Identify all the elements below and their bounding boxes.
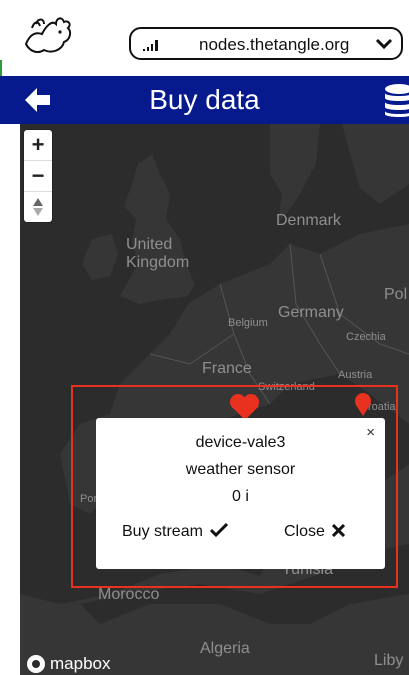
zoom-out-button[interactable]: − <box>24 161 52 192</box>
browser-toolbar: nodes.thetangle.org <box>0 0 409 76</box>
flying-pig-logo-icon[interactable] <box>22 14 74 58</box>
buy-stream-label: Buy stream <box>122 523 203 540</box>
compass-icon <box>33 198 43 216</box>
map-view[interactable]: + − United Kingdom Denmark Germany Belgi… <box>20 124 409 675</box>
page-title: Buy data <box>149 84 260 115</box>
buy-stream-button[interactable]: Buy stream <box>122 522 229 541</box>
signal-icon <box>143 40 158 51</box>
zoom-controls: + − <box>24 130 52 222</box>
label-united-kingdom: United Kingdom <box>126 236 190 271</box>
device-price: 0 i <box>232 488 249 505</box>
label-morocco: Morocco <box>98 586 160 603</box>
map-pin-icon[interactable] <box>354 392 372 418</box>
close-label: Close <box>284 523 325 540</box>
close-button[interactable]: Close <box>284 523 346 541</box>
compass-button[interactable] <box>24 192 52 222</box>
device-type: weather sensor <box>185 461 296 478</box>
url-text: nodes.thetangle.org <box>199 35 350 54</box>
mapbox-logo-icon <box>27 655 45 673</box>
device-name: device-vale3 <box>195 434 286 451</box>
chevron-down-icon[interactable] <box>375 37 393 51</box>
close-icon <box>332 523 346 538</box>
label-algeria: Algeria <box>200 640 250 657</box>
label-czechia: Czechia <box>346 331 386 343</box>
label-france: France <box>202 360 252 377</box>
mapbox-label: mapbox <box>50 654 111 673</box>
checkmark-icon <box>210 522 229 538</box>
label-pol: Pol <box>384 286 408 303</box>
label-germany: Germany <box>278 304 344 321</box>
label-austria: Austria <box>338 369 373 381</box>
mapbox-attribution[interactable]: mapbox <box>26 654 110 674</box>
label-libya: Liby <box>374 652 404 669</box>
label-belgium: Belgium <box>228 317 268 329</box>
database-icon[interactable] <box>383 83 409 119</box>
app-header: Buy data <box>0 76 409 124</box>
device-popup: × device-vale3 weather sensor 0 i Buy st… <box>96 418 385 569</box>
url-bar[interactable]: nodes.thetangle.org <box>129 27 403 60</box>
zoom-in-button[interactable]: + <box>24 130 52 161</box>
label-denmark: Denmark <box>276 212 341 229</box>
